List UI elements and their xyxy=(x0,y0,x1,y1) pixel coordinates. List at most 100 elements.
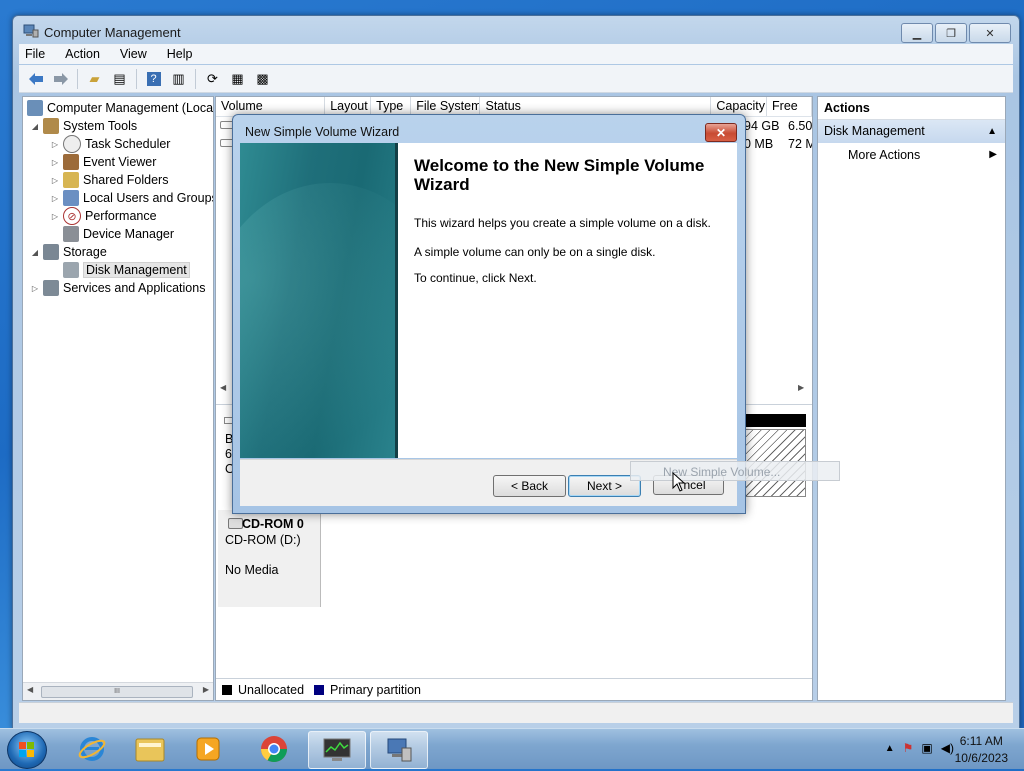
wizard-close-button[interactable]: ✕ xyxy=(705,123,737,142)
system-tray: ▲ ⚑ ▣ ◀) xyxy=(885,741,954,755)
legend-primary-partition: Primary partition xyxy=(330,682,422,697)
tree-item-disk-management[interactable]: Disk Management xyxy=(61,261,190,279)
clock-time: 6:11 AM xyxy=(959,734,1003,748)
banner-decoration xyxy=(240,183,398,458)
close-button[interactable]: ✕ xyxy=(969,23,1011,43)
show-hidden-icons-icon[interactable]: ▲ xyxy=(885,743,895,755)
taskbar-file-explorer[interactable] xyxy=(122,731,178,767)
tree-item-task-scheduler[interactable]: ▷ Task Scheduler xyxy=(49,135,170,153)
collapse-arrow-icon[interactable]: ▲ xyxy=(987,120,997,143)
action-pane-icon: ▥ xyxy=(172,70,185,86)
refresh-button[interactable]: ⟳ xyxy=(202,68,223,89)
event-viewer-icon xyxy=(63,154,79,170)
expand-icon[interactable]: ▷ xyxy=(29,284,41,293)
shared-folder-icon xyxy=(63,172,79,188)
taskbar-chrome[interactable] xyxy=(246,731,302,767)
start-button[interactable] xyxy=(7,731,47,769)
tree-item-device-manager[interactable]: Device Manager xyxy=(61,225,174,243)
tree-item-services-applications[interactable]: ▷ Services and Applications xyxy=(29,279,205,297)
forward-button[interactable] xyxy=(50,68,71,89)
taskbar-computer-management[interactable] xyxy=(370,731,428,769)
disk-legend: Unallocated Primary partition xyxy=(216,678,812,700)
cdrom-icon xyxy=(228,518,243,529)
legend-swatch-primary xyxy=(314,684,325,695)
toolbar-separator xyxy=(77,68,78,89)
tree-item-computer-management[interactable]: Computer Management (Local xyxy=(25,99,213,117)
collapse-icon[interactable]: ◢ xyxy=(29,248,41,257)
back-button[interactable] xyxy=(25,68,46,89)
properties-button[interactable]: ▦ xyxy=(227,68,248,89)
wizard-body: Welcome to the New Simple Volume Wizard … xyxy=(240,143,737,458)
window-titlebar[interactable]: Computer Management ▁ ❐ ✕ xyxy=(13,16,1019,46)
wizard-title: New Simple Volume Wizard xyxy=(245,125,400,139)
action-center-icon[interactable]: ⚑ xyxy=(903,741,914,755)
menu-bar: File Action View Help xyxy=(19,44,1013,64)
show-hide-action-pane-button[interactable]: ▥ xyxy=(168,68,189,89)
tree-item-local-users-groups[interactable]: ▷ Local Users and Groups xyxy=(49,189,213,207)
tree-horizontal-scrollbar[interactable]: ◀ III ▶ xyxy=(23,682,213,700)
expand-icon[interactable]: ▷ xyxy=(49,158,61,167)
system-tools-icon xyxy=(43,118,59,134)
actions-header: Actions xyxy=(818,97,1005,120)
wizard-paragraph-1: This wizard helps you create a simple vo… xyxy=(414,216,711,230)
scroll-left-icon[interactable]: ◀ xyxy=(27,685,33,694)
forward-arrow-icon xyxy=(53,72,68,85)
tree-item-system-tools[interactable]: ◢ System Tools xyxy=(29,117,137,135)
submenu-arrow-icon: ▶ xyxy=(989,149,997,160)
volume-icon[interactable]: ◀) xyxy=(941,741,954,755)
help-button[interactable]: ? xyxy=(143,68,164,89)
scroll-left-icon[interactable]: ◀ xyxy=(220,383,226,392)
menu-file[interactable]: File xyxy=(25,47,45,61)
actions-section-disk-management[interactable]: Disk Management ▲ xyxy=(818,120,1005,143)
wizard-side-banner xyxy=(240,143,398,458)
performance-icon: ⊘ xyxy=(63,207,81,225)
tree-item-storage[interactable]: ◢ Storage xyxy=(29,243,107,261)
unallocated-bar xyxy=(744,414,806,427)
minimize-icon: ▁ xyxy=(912,27,922,40)
column-free[interactable]: Free xyxy=(767,97,812,116)
mouse-pointer-icon xyxy=(672,472,686,492)
cdrom-media: No Media xyxy=(225,563,279,577)
collapse-icon[interactable]: ◢ xyxy=(29,122,41,131)
new-simple-volume-wizard: New Simple Volume Wizard ✕ Welcome to th… xyxy=(232,114,746,514)
expand-icon[interactable]: ▷ xyxy=(49,140,61,149)
show-hide-tree-button[interactable]: ▤ xyxy=(109,68,130,89)
network-icon[interactable]: ▣ xyxy=(921,741,932,755)
scroll-right-icon[interactable]: ▶ xyxy=(203,685,209,694)
menu-help[interactable]: Help xyxy=(167,47,193,61)
clock-icon xyxy=(63,135,81,153)
rescan-icon: ▩ xyxy=(256,70,269,86)
taskbar-media-player[interactable] xyxy=(180,731,236,767)
cdrom-0-info[interactable]: CD-ROM 0 CD-ROM (D:) No Media xyxy=(218,510,321,607)
actions-pane: Actions Disk Management ▲ More Actions ▶ xyxy=(817,96,1006,701)
menu-view[interactable]: View xyxy=(120,47,147,61)
expand-icon[interactable]: ▷ xyxy=(49,212,61,221)
console-tree-icon: ▤ xyxy=(113,70,126,86)
refresh-icon: ⟳ xyxy=(207,70,218,86)
folder-up-icon: ▰ xyxy=(89,70,100,86)
taskbar-clock[interactable]: 6:11 AM 10/6/2023 xyxy=(955,733,1008,767)
taskbar-task-manager[interactable] xyxy=(308,731,366,769)
scrollbar-thumb[interactable]: III xyxy=(41,686,193,698)
properties-icon: ▦ xyxy=(231,70,244,86)
tree-item-shared-folders[interactable]: ▷ Shared Folders xyxy=(49,171,168,189)
legend-swatch-unallocated xyxy=(222,684,232,695)
up-level-button[interactable]: ▰ xyxy=(84,68,105,89)
action-more-actions[interactable]: More Actions ▶ xyxy=(818,143,1005,167)
expand-icon[interactable]: ▷ xyxy=(49,176,61,185)
tree-item-performance[interactable]: ▷ ⊘ Performance xyxy=(49,207,157,225)
taskbar: ▲ ⚑ ▣ ◀) 6:11 AM 10/6/2023 xyxy=(0,728,1024,769)
taskbar-internet-explorer[interactable] xyxy=(64,731,120,767)
rescan-button[interactable]: ▩ xyxy=(252,68,273,89)
scroll-right-icon[interactable]: ▶ xyxy=(798,383,804,392)
expand-icon[interactable]: ▷ xyxy=(49,194,61,203)
tree-item-event-viewer[interactable]: ▷ Event Viewer xyxy=(49,153,156,171)
table-cell-capacity: 0 MB xyxy=(744,137,774,151)
minimize-button[interactable]: ▁ xyxy=(901,23,933,43)
menu-action[interactable]: Action xyxy=(65,47,100,61)
wizard-paragraph-3: To continue, click Next. xyxy=(414,271,537,285)
back-button[interactable]: < Back xyxy=(493,475,566,497)
task-manager-icon xyxy=(323,738,351,761)
maximize-button[interactable]: ❐ xyxy=(935,23,967,43)
disk-management-icon xyxy=(63,262,79,278)
